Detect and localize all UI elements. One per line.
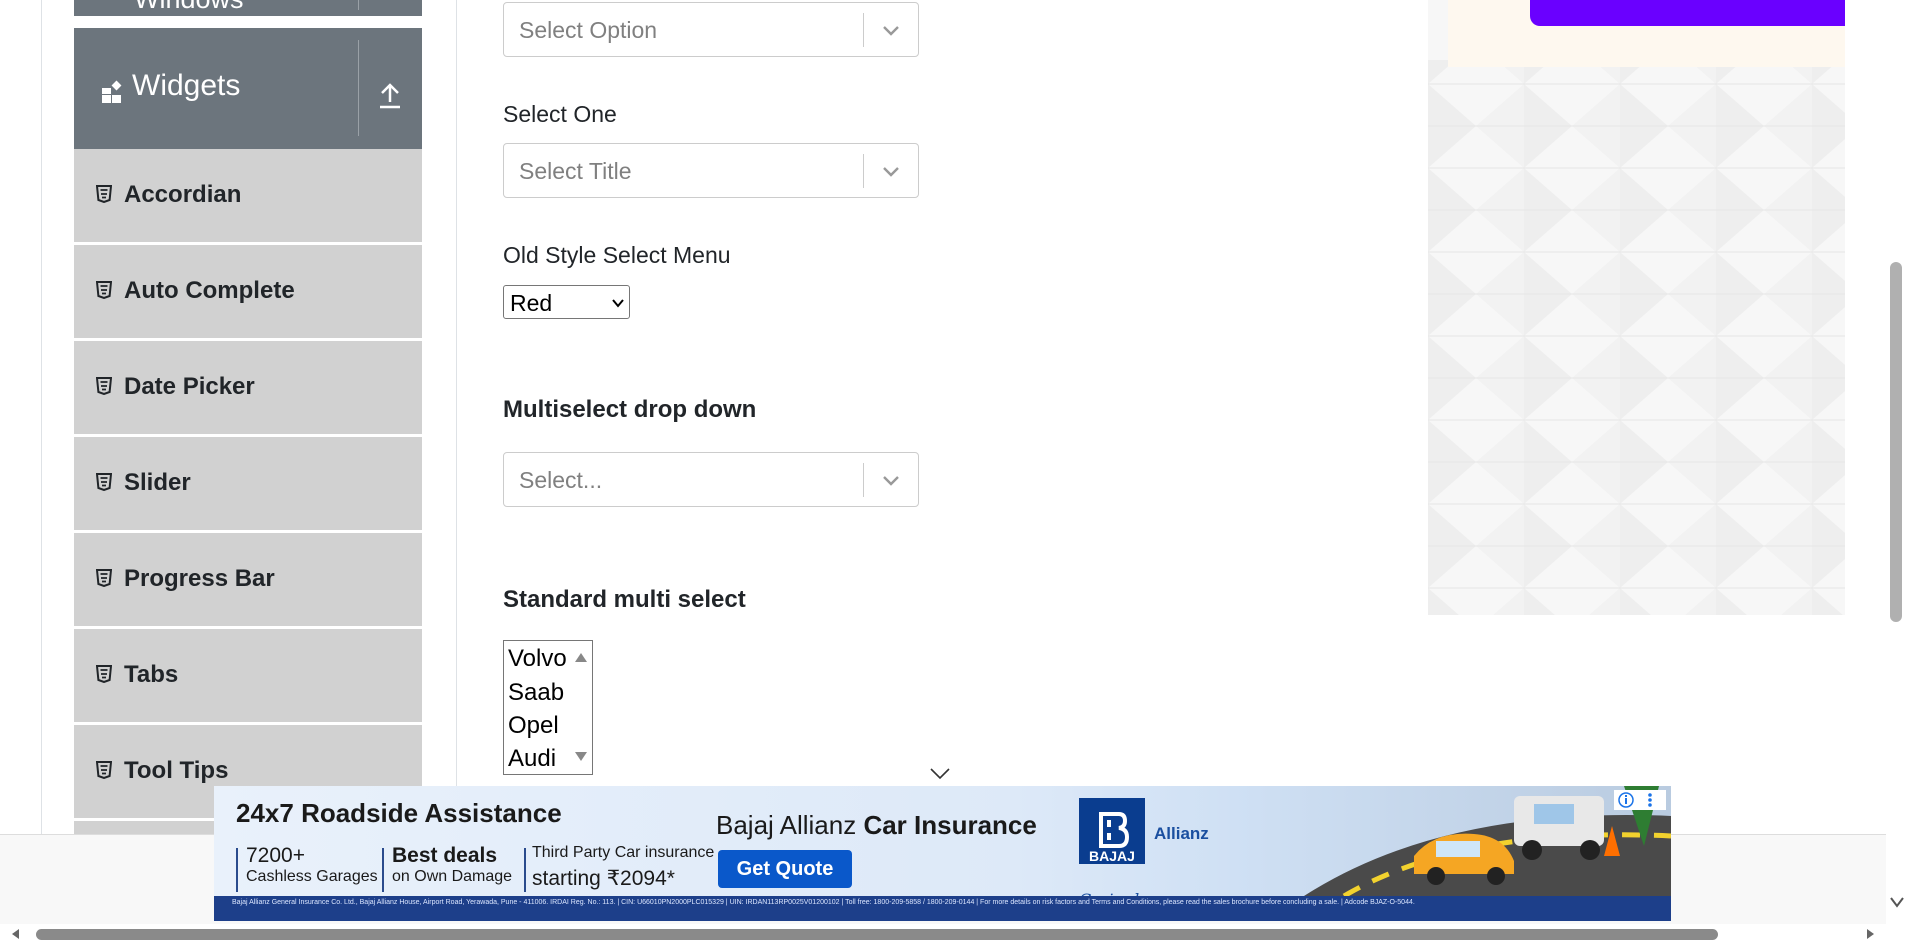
ad-brand-suffix: Car Insurance	[863, 810, 1037, 840]
chevron-down-icon[interactable]	[878, 17, 904, 43]
ad-stat-caption: on Own Damage	[392, 868, 513, 885]
scroll-down-icon[interactable]	[1890, 896, 1904, 908]
divider	[358, 0, 359, 10]
side-advertisement[interactable]	[1428, 0, 1845, 615]
ad-fine-print: Bajaj Allianz General Insurance Co. Ltd.…	[214, 896, 1671, 921]
html5-icon	[96, 377, 112, 395]
scroll-right-icon[interactable]	[1864, 928, 1876, 940]
list-option[interactable]: Saab	[508, 679, 564, 707]
old-style-select-label: Old Style Select Menu	[503, 242, 731, 268]
sidebar-group-label: Widgets	[132, 69, 241, 102]
list-option[interactable]: Opel	[508, 712, 559, 740]
ad-header	[1448, 0, 1845, 67]
car-illustration	[1304, 786, 1671, 896]
multiselect-label: Multiselect drop down	[503, 396, 757, 423]
scroll-up-icon[interactable]	[574, 651, 588, 663]
divider	[524, 848, 526, 892]
ad-button[interactable]	[1530, 0, 1845, 26]
sidebar-item-label: Tool Tips	[124, 757, 229, 784]
sidebar-item-label: Tabs	[124, 661, 179, 688]
ad-brand-prefix: Bajaj Allianz	[716, 810, 857, 840]
ad-stat-caption: Third Party Car insurance	[532, 844, 715, 861]
sidebar-item-accordian[interactable]: Accordian	[74, 149, 422, 245]
divider	[863, 463, 864, 497]
divider	[863, 154, 864, 188]
bottom-advertisement-banner[interactable]: 24x7 Roadside Assistance 7200+ Cashless …	[214, 786, 1671, 921]
sidebar-group-widgets[interactable]: Widgets	[74, 28, 422, 149]
ad-stat: 7200+	[246, 844, 305, 867]
html5-icon	[96, 761, 112, 779]
selected-value: Red	[510, 290, 553, 316]
dropdown-placeholder: Select Title	[519, 158, 632, 184]
chevron-down-icon	[930, 768, 950, 780]
scroll-down-icon[interactable]	[574, 751, 588, 763]
vertical-scrollbar[interactable]	[1886, 0, 1908, 924]
select-one-label: Select One	[503, 101, 617, 127]
divider	[863, 13, 864, 47]
ad-brand: Bajaj Allianz Car Insurance	[716, 810, 1037, 841]
divider	[236, 848, 238, 892]
fine-print-text: Bajaj Allianz General Insurance Co. Ltd.…	[232, 899, 1415, 906]
select-value-dropdown[interactable]: Select Option	[503, 2, 919, 57]
logo-text: BAJAJ	[1089, 848, 1135, 864]
list-option[interactable]: Volvo	[508, 645, 567, 673]
ad-stat: Best deals	[392, 844, 498, 867]
chevron-down-icon	[612, 299, 624, 308]
select-one-dropdown[interactable]: Select Title	[503, 143, 919, 198]
get-quote-button[interactable]: Get Quote	[718, 850, 852, 888]
dropdown-placeholder: Select Option	[519, 17, 658, 43]
chevron-down-icon[interactable]	[878, 467, 904, 493]
sidebar-item-auto-complete[interactable]: Auto Complete	[74, 245, 422, 341]
content-border	[456, 0, 457, 834]
list-option[interactable]: Audi	[508, 745, 556, 773]
ad-background-pattern	[1428, 60, 1845, 615]
sidebar-item-progress-bar[interactable]: Progress Bar	[74, 533, 422, 629]
standard-multi-select-label: Standard multi select	[503, 586, 746, 613]
collapse-arrow-icon[interactable]	[370, 74, 410, 114]
old-style-select[interactable]: Red	[503, 285, 630, 319]
html5-icon	[96, 665, 112, 683]
horizontal-scroll-thumb[interactable]	[36, 929, 1718, 940]
dropdown-placeholder: Select...	[519, 467, 603, 493]
chevron-down-icon[interactable]	[878, 158, 904, 184]
divider	[382, 848, 384, 892]
allianz-text: Allianz	[1154, 824, 1209, 843]
ad-stat-caption: Cashless Garages	[246, 868, 378, 885]
left-border	[41, 0, 42, 834]
widgets-icon	[102, 80, 122, 103]
scroll-left-icon[interactable]	[10, 928, 22, 940]
sidebar-item-label: Progress Bar	[124, 565, 275, 592]
button-label: Get Quote	[736, 858, 834, 880]
html5-icon	[96, 185, 112, 203]
sidebar-item-slider[interactable]: Slider	[74, 437, 422, 533]
multiselect-dropdown[interactable]: Select...	[503, 452, 919, 507]
html5-icon	[96, 569, 112, 587]
horizontal-scrollbar[interactable]	[0, 924, 1886, 944]
standard-multi-select[interactable]: Volvo Saab Opel Audi	[503, 640, 593, 775]
sidebar-group-windows[interactable]: Windows	[74, 0, 422, 16]
ad-title: 24x7 Roadside Assistance	[236, 798, 562, 828]
html5-icon	[96, 281, 112, 299]
vertical-scroll-thumb[interactable]	[1890, 262, 1902, 622]
divider	[358, 40, 359, 136]
sidebar-item-label: Auto Complete	[124, 277, 295, 304]
ad-info-icon[interactable]	[1614, 790, 1666, 810]
sidebar-item-label: Accordian	[124, 181, 242, 208]
sidebar-item-date-picker[interactable]: Date Picker	[74, 341, 422, 437]
sidebar-item-tabs[interactable]: Tabs	[74, 629, 422, 725]
ad-stat: starting ₹2094*	[532, 867, 675, 890]
sidebar-item-label: Slider	[124, 469, 191, 496]
html5-icon	[96, 473, 112, 491]
ad-choices[interactable]	[1614, 790, 1666, 810]
sidebar-group-label: Windows	[134, 0, 244, 15]
sidebar-item-label: Date Picker	[124, 373, 255, 400]
